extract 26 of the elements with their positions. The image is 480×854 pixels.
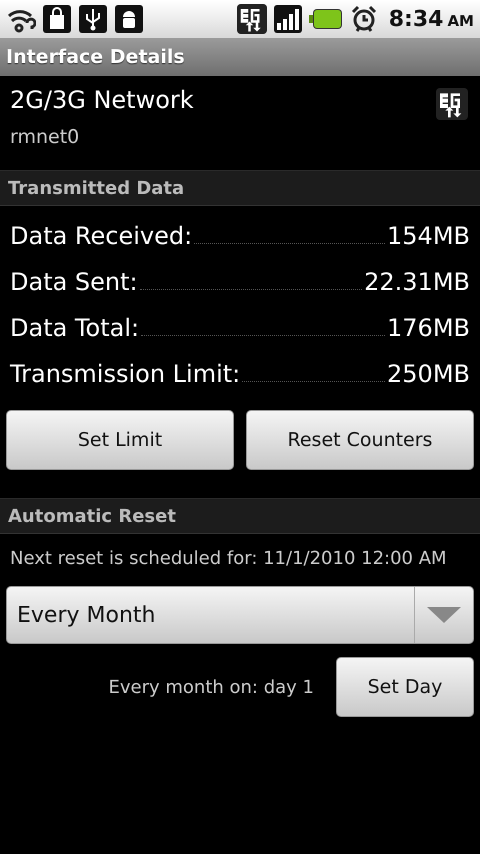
clock-am-pm: AM <box>447 12 474 30</box>
section-title: Automatic Reset <box>8 506 176 526</box>
stat-label: Transmission Limit: <box>10 360 240 388</box>
usb-icon <box>78 4 108 34</box>
interface-name: 2G/3G Network <box>10 86 194 114</box>
battery-icon <box>308 9 342 29</box>
stat-label: Data Total: <box>10 314 140 342</box>
signal-icon <box>272 4 303 34</box>
clock-time: 8:34 <box>388 6 444 32</box>
stat-value: 22.31MB <box>364 268 470 296</box>
stat-label: Data Received: <box>10 222 192 250</box>
stat-value: 176MB <box>387 314 470 342</box>
set-day-button[interactable]: Set Day <box>336 657 474 717</box>
dropdown-value: Every Month <box>16 602 156 628</box>
stat-value: 250MB <box>387 360 470 388</box>
frequency-dropdown[interactable]: Every Month <box>6 586 474 644</box>
window-title: Interface Details <box>6 46 185 68</box>
device-name: rmnet0 <box>10 126 80 148</box>
action-button[interactable]: Set Limit <box>6 410 234 470</box>
action-button[interactable]: Reset Counters <box>246 410 474 470</box>
next-reset-text: Next reset is scheduled for: 11/1/2010 12:00 AM <box>9 547 448 571</box>
reset-day-text: Every month on: day 1 <box>108 676 314 698</box>
section-title: Transmitted Data <box>8 178 184 198</box>
stat-value: 154MB <box>387 222 470 250</box>
dropdown-arrow-icon <box>427 607 461 623</box>
stat-label: Data Sent: <box>10 268 138 296</box>
